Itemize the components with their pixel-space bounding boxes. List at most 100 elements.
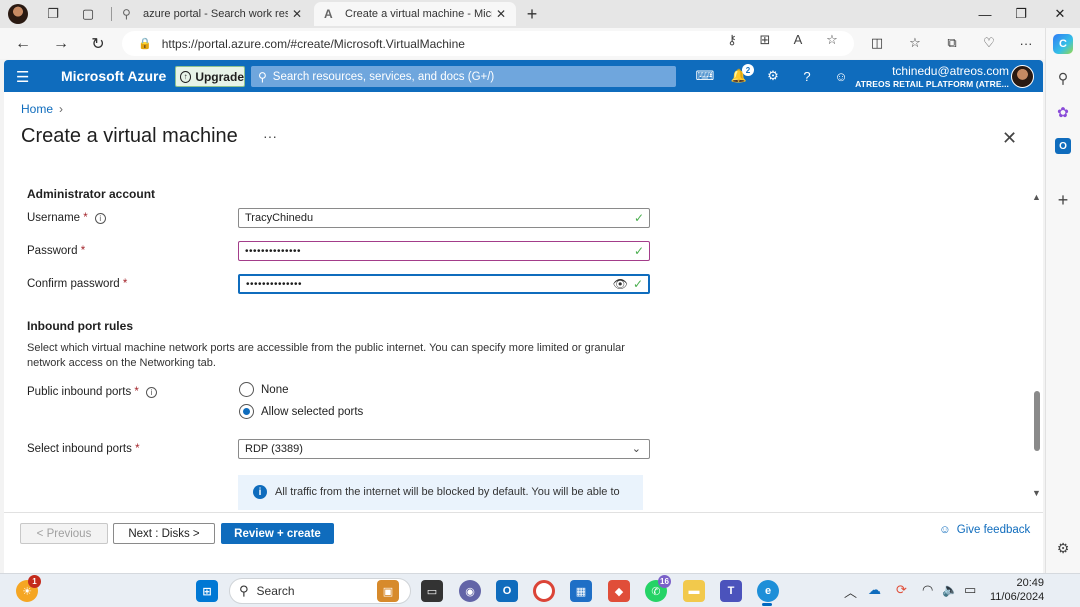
volume-icon[interactable]: 🔈 xyxy=(942,582,958,598)
favorites-icon[interactable]: ☆ xyxy=(905,33,925,53)
inbound-description: Select which virtual machine network por… xyxy=(27,342,625,369)
add-sidebar-icon[interactable]: + xyxy=(1053,190,1073,210)
apps-icon[interactable]: ⊞ xyxy=(756,32,774,48)
radio-none-label: None xyxy=(261,383,289,396)
username-field[interactable]: TracyChinedu ✓ xyxy=(238,208,650,228)
sync-icon[interactable]: ⟳ xyxy=(896,582,907,598)
favorite-star-icon[interactable]: ☆ xyxy=(823,32,841,48)
radio-button[interactable] xyxy=(239,382,254,397)
global-search-input[interactable]: ⚲ Search resources, services, and docs (… xyxy=(251,66,676,87)
azure-logo-icon: A xyxy=(324,7,333,21)
info-message-text: All traffic from the internet will be bl… xyxy=(275,486,620,498)
upgrade-label: Upgrade xyxy=(195,69,244,84)
review-create-button[interactable]: Review + create xyxy=(221,523,334,544)
account-menu[interactable]: tchinedu@atreos.com ATREOS RETAIL PLATFO… xyxy=(855,64,1009,89)
vertical-scrollbar[interactable]: ▲ ▼ xyxy=(1032,192,1041,502)
info-icon[interactable]: i xyxy=(145,387,157,398)
section-heading-inbound: Inbound port rules xyxy=(27,319,133,333)
previous-button[interactable]: < Previous xyxy=(20,523,108,544)
briefcase-icon[interactable]: ▣ xyxy=(377,580,399,602)
next-disks-button[interactable]: Next : Disks > xyxy=(113,523,215,544)
search-icon: ⚲ xyxy=(122,7,131,21)
inbound-ports-value: RDP (3389) xyxy=(245,443,303,455)
restore-icon[interactable]: ❐ xyxy=(1003,3,1039,25)
confirm-password-label: Confirm password * xyxy=(27,278,128,290)
new-tab-icon[interactable]: + xyxy=(522,4,542,24)
profile-avatar[interactable] xyxy=(8,4,28,24)
key-icon[interactable]: ⚷ xyxy=(723,32,741,48)
breadcrumb-home-link[interactable]: Home xyxy=(21,102,53,116)
close-tab-icon[interactable]: ✕ xyxy=(292,7,302,21)
scroll-down-arrow-icon[interactable]: ▼ xyxy=(1032,488,1041,498)
tab-actions-icon[interactable]: ▢ xyxy=(78,4,98,24)
store-icon[interactable]: ▦ xyxy=(570,580,592,602)
more-options-icon[interactable]: ··· xyxy=(1016,33,1036,53)
outlook-new-icon[interactable]: O xyxy=(496,580,518,602)
sidebar-settings-icon[interactable]: ⚙ xyxy=(1053,538,1073,558)
forward-icon[interactable]: → xyxy=(50,33,72,55)
chrome-icon[interactable] xyxy=(533,580,555,602)
scrollbar-thumb[interactable] xyxy=(1034,391,1040,451)
radio-allow-label: Allow selected ports xyxy=(261,405,364,418)
onedrive-icon[interactable]: ☁ xyxy=(868,582,881,598)
page-title: Create a virtual machine xyxy=(21,125,238,147)
show-hidden-icons-chevron-up-icon[interactable]: ︿ xyxy=(844,582,857,601)
tab-title: Create a virtual machine - Micros xyxy=(345,8,492,20)
password-field[interactable]: •••••••••••••• ✓ xyxy=(238,241,650,261)
give-feedback-link[interactable]: ☺ Give feedback xyxy=(939,524,1030,536)
edge-icon[interactable]: e xyxy=(757,580,779,602)
inbound-ports-dropdown[interactable]: RDP (3389) ⌄ xyxy=(238,439,650,459)
chat-icon[interactable]: ◉ xyxy=(459,580,481,602)
tools-icon[interactable]: ✿ xyxy=(1053,102,1073,122)
outlook-icon[interactable]: O xyxy=(1055,138,1071,154)
back-icon[interactable]: ← xyxy=(12,33,34,55)
confirm-password-field[interactable]: •••••••••••••• 👁 ✓ xyxy=(238,274,650,294)
refresh-icon[interactable]: ↻ xyxy=(87,33,109,55)
settings-gear-icon[interactable]: ⚙ xyxy=(764,67,782,85)
tab-create-vm[interactable]: A Create a virtual machine - Micros ✕ xyxy=(314,2,516,26)
cloud-shell-icon[interactable]: ⌨ xyxy=(696,67,715,85)
anydesk-icon[interactable]: ◆ xyxy=(608,580,630,602)
split-screen-icon[interactable]: ◫ xyxy=(867,33,887,53)
file-explorer-icon[interactable]: ▬ xyxy=(683,580,705,602)
close-blade-icon[interactable]: ✕ xyxy=(1002,128,1017,149)
help-icon[interactable]: ? xyxy=(798,67,816,85)
copilot-icon[interactable]: C xyxy=(1053,34,1073,54)
azure-brand[interactable]: Microsoft Azure xyxy=(61,68,166,84)
workspaces-icon[interactable]: ❐ xyxy=(43,4,63,24)
info-message-box: i All traffic from the internet will be … xyxy=(238,475,643,510)
teams-icon[interactable]: T xyxy=(720,580,742,602)
url-field[interactable]: 🔒 https://portal.azure.com/#create/Micro… xyxy=(122,31,854,56)
user-directory: ATREOS RETAIL PLATFORM (ATRE... xyxy=(855,79,1009,89)
feedback-icon[interactable]: ☺ xyxy=(832,67,850,85)
close-tab-icon[interactable]: ✕ xyxy=(496,7,506,21)
taskbar-clock[interactable]: 20:49 11/06/2024 xyxy=(990,576,1044,604)
minimize-icon[interactable]: — xyxy=(967,3,1003,25)
info-icon[interactable]: i xyxy=(94,213,106,224)
wifi-icon[interactable]: ◠ xyxy=(922,582,933,598)
show-password-eye-icon[interactable]: 👁 xyxy=(613,277,628,291)
password-label: Password * xyxy=(27,245,86,257)
upgrade-button[interactable]: ↑ Upgrade xyxy=(175,66,245,87)
start-windows-icon[interactable]: ⊞ xyxy=(196,580,218,602)
radio-button-selected[interactable] xyxy=(239,404,254,419)
read-aloud-icon[interactable]: A xyxy=(789,32,807,47)
info-circle-icon: i xyxy=(253,485,267,499)
scroll-up-arrow-icon[interactable]: ▲ xyxy=(1032,192,1041,202)
select-inbound-ports-label: Select inbound ports * xyxy=(27,443,140,455)
browser-essentials-icon[interactable]: ♡ xyxy=(979,33,999,53)
tab-search-results[interactable]: ⚲ azure portal - Search work result ✕ xyxy=(112,2,312,26)
radio-allow-selected-ports[interactable]: Allow selected ports xyxy=(239,404,363,419)
collections-icon[interactable]: ⧉ xyxy=(942,33,962,53)
clock-time: 20:49 xyxy=(1016,577,1044,589)
close-window-icon[interactable]: ✕ xyxy=(1042,3,1078,25)
radio-none[interactable]: None xyxy=(239,382,289,397)
avatar[interactable] xyxy=(1011,65,1034,88)
breadcrumb: Home › xyxy=(21,102,63,116)
portal-menu-icon[interactable]: ☰ xyxy=(16,68,29,86)
tab-title: azure portal - Search work result xyxy=(143,8,288,20)
more-actions-button[interactable]: ··· xyxy=(263,128,277,144)
battery-icon[interactable]: ▭ xyxy=(964,582,976,598)
task-view-icon[interactable]: ▭ xyxy=(421,580,443,602)
sidebar-search-icon[interactable]: ⚲ xyxy=(1053,68,1073,88)
